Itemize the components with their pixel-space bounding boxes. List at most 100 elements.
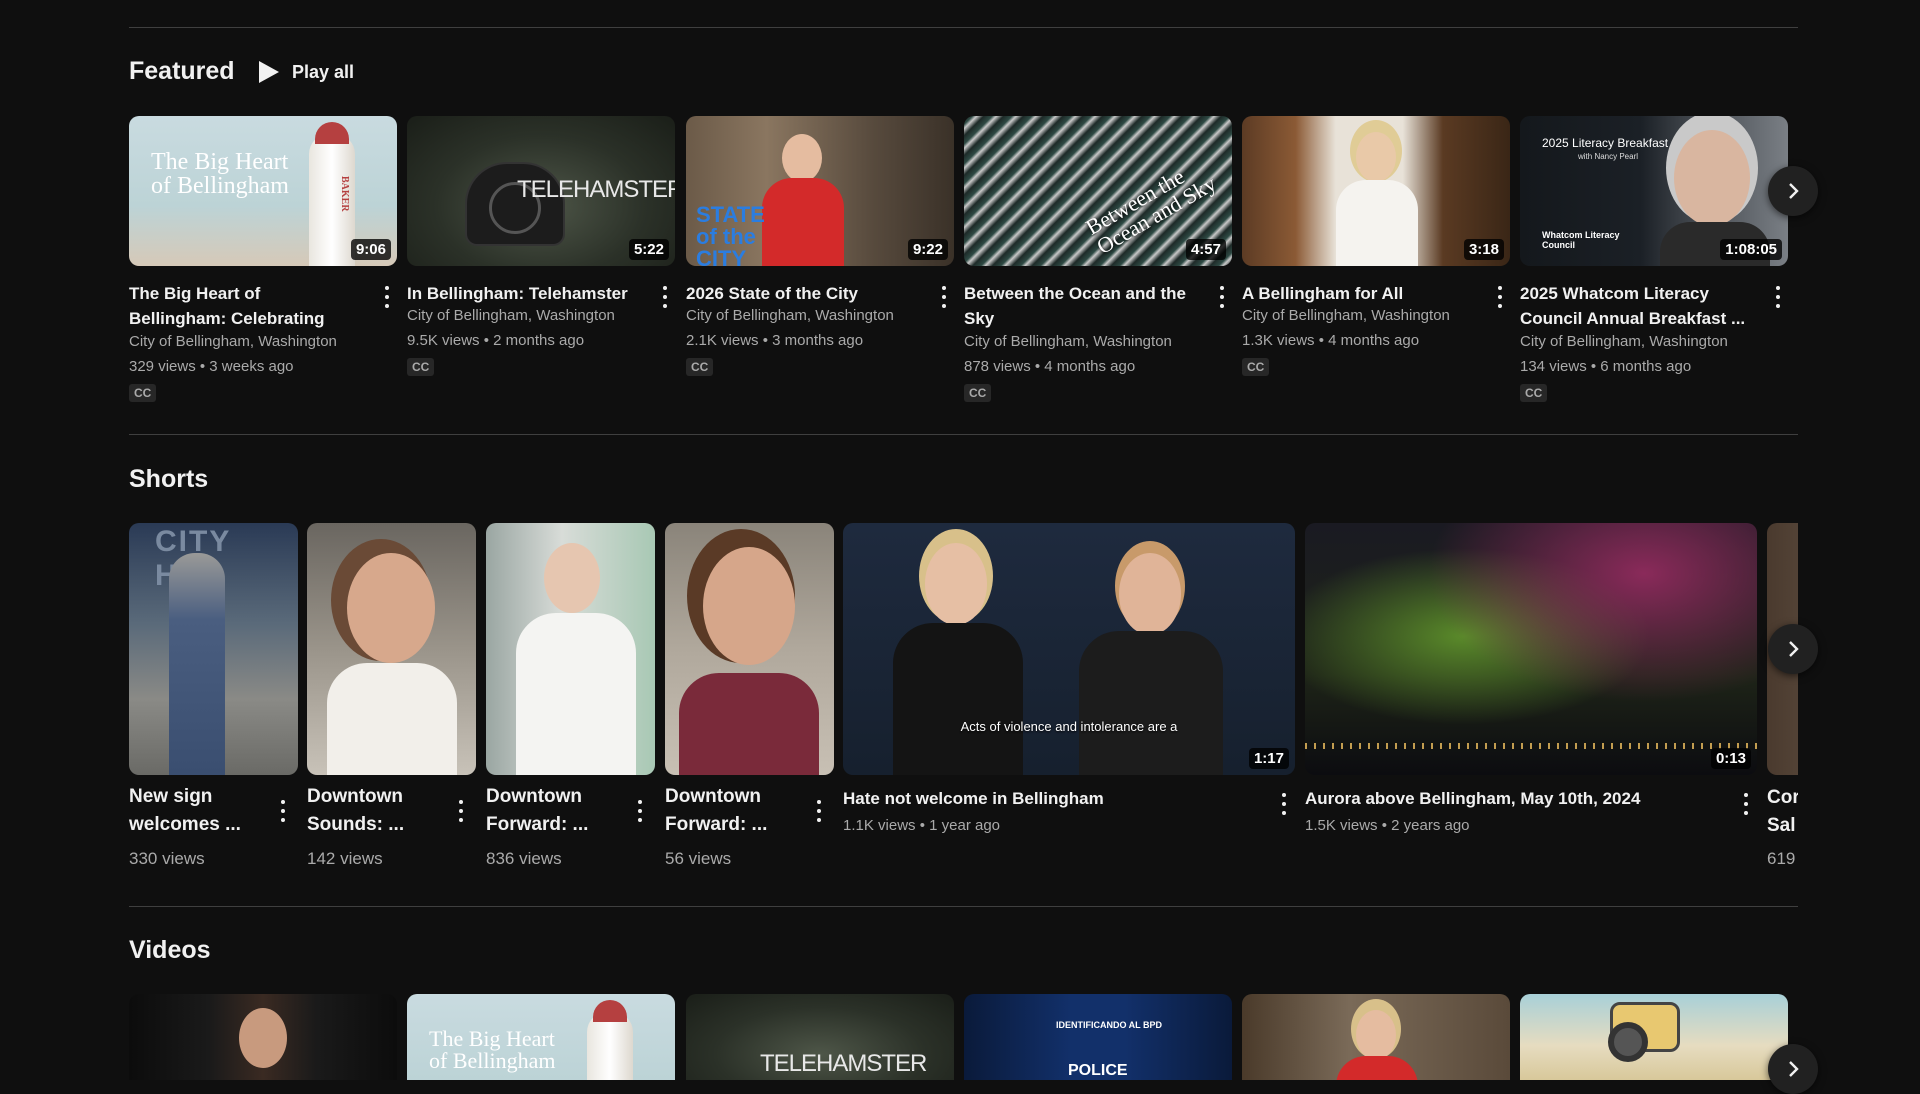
channel-name[interactable]: City of Bellingham, Washington	[407, 307, 615, 324]
video-thumbnail[interactable]: 3:18	[1242, 116, 1510, 266]
short-card[interactable]: 0:13 Aurora above Bellingham, May 10th, …	[1305, 523, 1757, 834]
featured-video-card[interactable]: The Big Heart of Bellingham BAKER 9:06 T…	[129, 116, 397, 402]
short-views: 56 views	[665, 849, 732, 868]
person-body	[893, 623, 1023, 775]
more-vert-icon[interactable]	[1738, 791, 1754, 817]
short-card[interactable]: Downtown Forward: ... 56 views	[665, 523, 834, 868]
short-title[interactable]: New sign welcomes ...	[129, 783, 254, 839]
person-body	[1336, 180, 1418, 266]
video-thumbnail[interactable]: The Big Heart of Bellingham BAKER 9:06	[129, 116, 397, 266]
more-vert-icon[interactable]	[632, 798, 648, 824]
short-title-line[interactable]: Sal	[1767, 815, 1796, 837]
video-title[interactable]: A Bellingham for All	[1242, 281, 1470, 306]
short-thumbnail[interactable]	[665, 523, 834, 775]
person-body	[679, 673, 819, 775]
cc-badge: CC	[1242, 358, 1270, 376]
thumbnail-text: The Big Heart of Bellingham	[151, 149, 289, 199]
short-title[interactable]: Downtown Forward: ...	[665, 783, 790, 839]
more-vert-icon[interactable]	[811, 798, 827, 824]
duration-badge: 4:57	[1185, 239, 1226, 260]
more-vert-icon[interactable]	[936, 284, 952, 310]
more-vert-icon[interactable]	[1770, 284, 1786, 310]
short-card[interactable]: Downtown Sounds: ... 142 views	[307, 523, 476, 868]
video-title[interactable]: 2026 State of the City	[686, 281, 914, 306]
thumbnail-text: TELEHAMSTER	[760, 1050, 927, 1077]
thumbnail-text: STATE of the CITY	[696, 202, 765, 267]
video-thumbnail[interactable]: 2025 Literacy Breakfast with Nancy Pearl…	[1520, 116, 1788, 266]
more-vert-icon[interactable]	[453, 798, 469, 824]
videos-next-button[interactable]	[1768, 1044, 1818, 1094]
video-title[interactable]: In Bellingham: Telehamster	[407, 281, 635, 306]
video-thumbnail[interactable]	[1242, 994, 1510, 1080]
person-figure	[239, 1008, 287, 1068]
short-title[interactable]: Hate not welcome in Bellingham	[843, 789, 1104, 809]
short-views: 330 views	[129, 849, 205, 868]
cc-badge: CC	[964, 384, 992, 402]
featured-video-card[interactable]: TELEHAMSTER 5:22 In Bellingham: Telehams…	[407, 116, 675, 376]
more-vert-icon[interactable]	[657, 284, 673, 310]
short-thumbnail[interactable]: Acts of violence and intolerance are a 1…	[843, 523, 1295, 775]
city-lights	[1305, 743, 1757, 749]
shorts-next-button[interactable]	[1768, 624, 1818, 674]
duration-badge: 5:22	[628, 239, 669, 260]
more-vert-icon[interactable]	[379, 284, 395, 310]
video-thumbnail[interactable]: TELEHAMSTER 5:22	[407, 116, 675, 266]
person-body	[1079, 631, 1223, 775]
duration-badge: 9:22	[907, 239, 948, 260]
short-thumbnail[interactable]: 0:13	[1305, 523, 1757, 775]
short-card[interactable]: CITY HAL New sign welcomes ... 330 views	[129, 523, 298, 868]
channel-name[interactable]: City of Bellingham, Washington	[964, 333, 1172, 350]
video-thumbnail[interactable]: STATE of the CITY 9:22	[686, 116, 954, 266]
featured-video-card[interactable]: Between the Ocean and Sky 4:57 Between t…	[964, 116, 1232, 402]
short-title[interactable]: Downtown Sounds: ...	[307, 783, 432, 839]
more-vert-icon[interactable]	[275, 798, 291, 824]
video-title[interactable]: Between the Ocean and the Sky	[964, 281, 1192, 331]
person-figure	[925, 543, 987, 625]
person-figure	[1119, 553, 1181, 635]
duration-badge: 1:08:05	[1720, 239, 1782, 260]
video-thumbnail[interactable]: IDENTIFICANDO AL BPD POLICE	[964, 994, 1232, 1080]
caption-overlay: Acts of violence and intolerance are a	[960, 719, 1178, 734]
more-vert-icon[interactable]	[1492, 284, 1508, 310]
thumbnail-text: TELEHAMSTER	[517, 176, 675, 203]
short-thumbnail[interactable]	[486, 523, 655, 775]
video-thumbnail[interactable]: Between the Ocean and Sky 4:57	[964, 116, 1232, 266]
featured-video-card[interactable]: 3:18 A Bellingham for All City of Bellin…	[1242, 116, 1510, 376]
channel-name[interactable]: City of Bellingham, Washington	[686, 307, 894, 324]
shorts-title: Shorts	[129, 465, 209, 493]
video-stats: 134 views • 6 months ago	[1520, 358, 1692, 375]
person-figure	[782, 134, 822, 182]
more-vert-icon[interactable]	[1276, 791, 1292, 817]
cc-badge: CC	[1520, 384, 1548, 402]
thumbnail-text: IDENTIFICANDO AL BPD	[1056, 1020, 1163, 1030]
duration-badge: 0:13	[1710, 748, 1751, 769]
featured-video-card[interactable]: 2025 Literacy Breakfast with Nancy Pearl…	[1520, 116, 1788, 402]
chevron-right-icon	[1789, 641, 1799, 657]
channel-name[interactable]: City of Bellingham, Washington	[1242, 307, 1450, 324]
video-thumbnail[interactable]: The Big Heart of Bellingham	[407, 994, 675, 1080]
video-title[interactable]: The Big Heart of Bellingham: Celebrating…	[129, 281, 357, 333]
short-card-partial[interactable]: Cor Sal 619	[1767, 523, 1798, 883]
short-title-line[interactable]: Cor	[1767, 787, 1798, 809]
play-all-button[interactable]: Play all	[258, 60, 354, 84]
featured-next-button[interactable]	[1768, 166, 1818, 216]
short-card[interactable]: Downtown Forward: ... 836 views	[486, 523, 655, 868]
featured-video-card[interactable]: STATE of the CITY 9:22 2026 State of the…	[686, 116, 954, 376]
short-thumbnail[interactable]	[307, 523, 476, 775]
video-stats: 1.1K views • 1 year ago	[843, 817, 1001, 834]
short-thumbnail[interactable]: CITY HAL	[129, 523, 298, 775]
cc-badge: CC	[407, 358, 435, 376]
short-title[interactable]: Downtown Forward: ...	[486, 783, 611, 839]
channel-name[interactable]: City of Bellingham, Washington	[1520, 333, 1728, 350]
video-thumbnail[interactable]: TELEHAMSTER	[686, 994, 954, 1080]
video-stats: 2.1K views • 3 months ago	[686, 332, 864, 349]
video-thumbnail[interactable]	[1520, 994, 1788, 1080]
channel-name[interactable]: City of Bellingham, Washington	[129, 333, 337, 350]
more-vert-icon[interactable]	[1214, 284, 1230, 310]
video-thumbnail[interactable]	[129, 994, 397, 1080]
video-title[interactable]: 2025 Whatcom Literacy Council Annual Bre…	[1520, 281, 1748, 331]
tower-roof	[315, 122, 349, 144]
person-figure	[544, 543, 600, 613]
short-card[interactable]: Acts of violence and intolerance are a 1…	[843, 523, 1295, 834]
short-title[interactable]: Aurora above Bellingham, May 10th, 2024	[1305, 789, 1640, 809]
